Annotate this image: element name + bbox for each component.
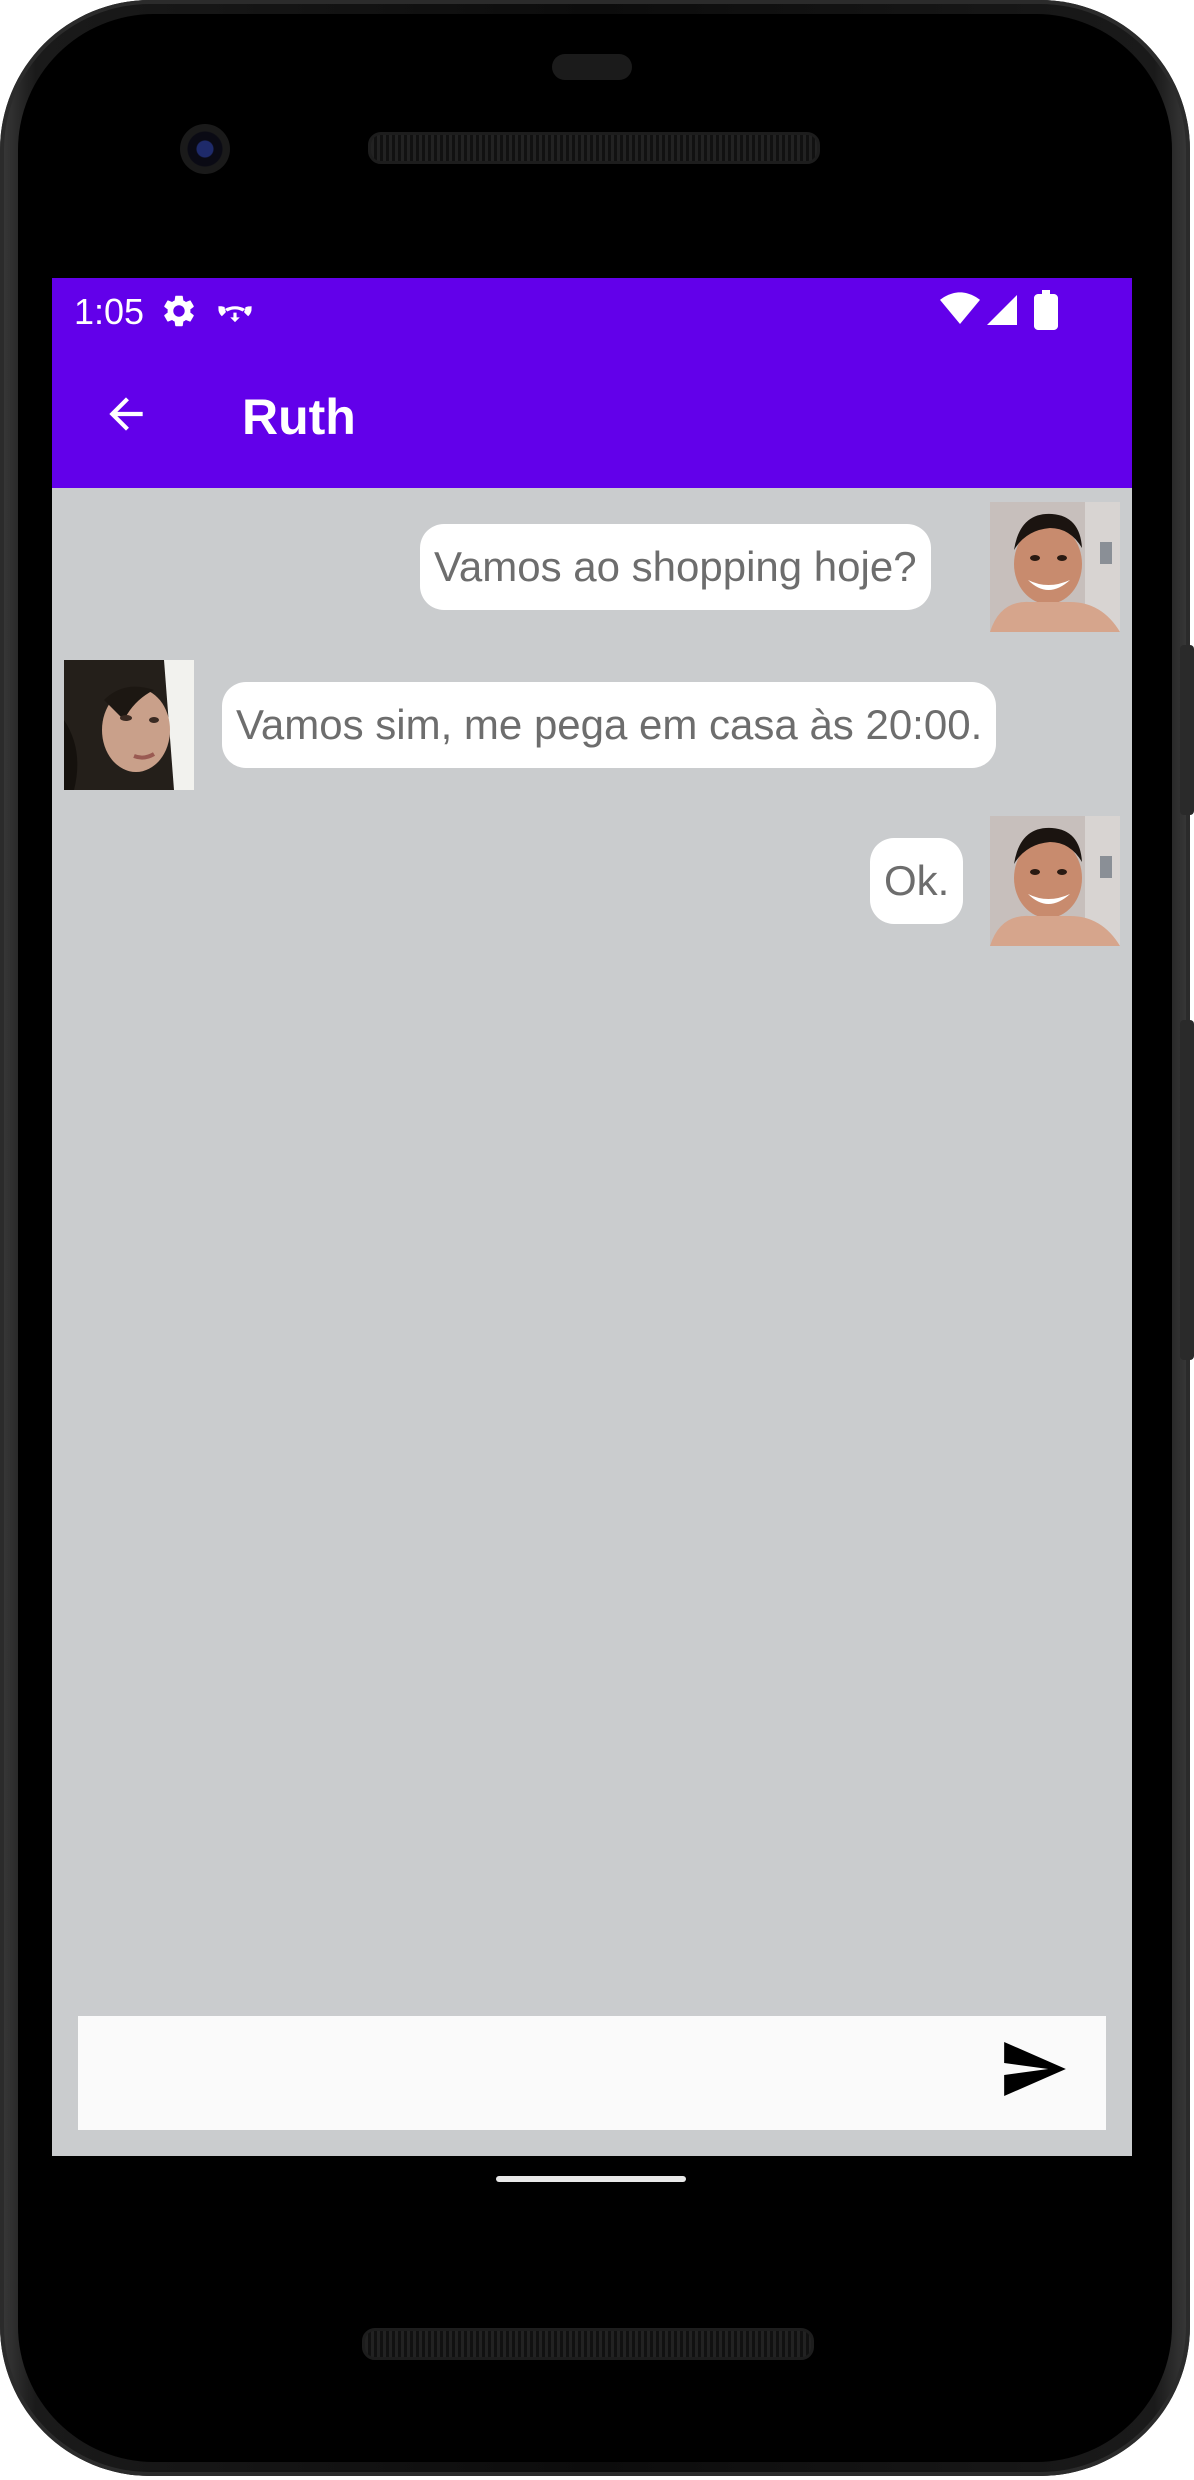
signal-icon — [984, 292, 1020, 333]
home-indicator[interactable] — [496, 2176, 686, 2182]
avatar-me — [990, 816, 1120, 946]
top-speaker — [368, 132, 820, 164]
arrow-back-icon — [101, 389, 151, 444]
avatar-me — [990, 502, 1120, 632]
message-composer — [78, 2016, 1106, 2130]
contact-name-title: Ruth — [242, 389, 356, 445]
message-bubble-sent: Vamos ao shopping hoje? — [420, 524, 931, 610]
volume-button — [1180, 1020, 1194, 1360]
status-time: 1:05 — [74, 291, 145, 332]
bottom-speaker — [362, 2328, 814, 2360]
battery-icon — [1034, 290, 1058, 335]
status-bar: 1:05 — [52, 278, 1132, 344]
settings-icon — [160, 292, 198, 335]
send-icon — [1004, 2042, 1066, 2100]
avatar-ruth — [64, 660, 194, 790]
send-button[interactable] — [1004, 2042, 1070, 2104]
earpiece — [552, 54, 632, 80]
front-camera — [180, 124, 230, 174]
message-text: Vamos ao shopping hoje? — [434, 543, 917, 590]
message-text: Ok. — [884, 857, 950, 904]
message-input[interactable] — [78, 2016, 958, 2130]
power-button — [1180, 645, 1194, 815]
back-button[interactable] — [92, 382, 160, 450]
app-bar: Ruth — [52, 344, 1132, 488]
chat-screen: 1:05 Ruth Vamos ao shopping hoje? Vamos … — [52, 278, 1132, 2156]
wifi-icon — [940, 292, 980, 331]
message-bubble-received: Vamos sim, me pega em casa às 20:00. — [222, 682, 997, 768]
message-text: Vamos sim, me pega em casa às 20:00. — [236, 701, 983, 748]
call-end-icon — [214, 292, 256, 335]
message-bubble-sent: Ok. — [870, 838, 964, 924]
